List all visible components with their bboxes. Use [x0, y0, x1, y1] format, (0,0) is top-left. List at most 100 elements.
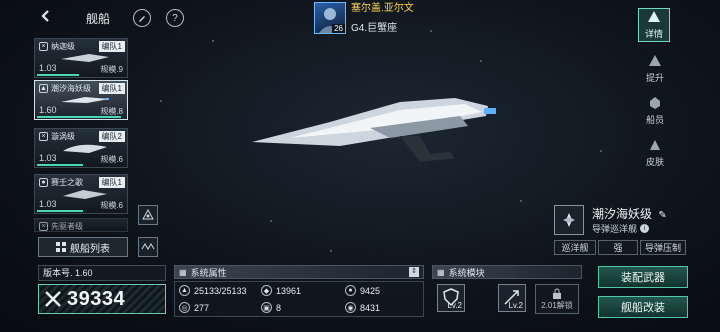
ship-type-icon: ×: [39, 222, 48, 231]
wave-icon: [141, 243, 155, 250]
upgrade-icon: [649, 55, 661, 66]
help-button[interactable]: ?: [166, 9, 184, 27]
armor-icon: ◆: [261, 285, 272, 296]
ship-thumbnail: [63, 190, 107, 199]
ship-model: [252, 98, 496, 162]
attributes-header: ▦ 系统属性 ⇕: [174, 265, 424, 279]
ship-name-text: 潮汐海妖级: [592, 207, 653, 221]
nav-label: 皮肤: [645, 157, 664, 167]
cruiser-icon: [563, 213, 575, 227]
ship-spec: 规模.9: [100, 65, 123, 74]
grid-icon: ▦: [437, 267, 445, 277]
ship-name: 先驱者级: [51, 222, 83, 231]
filter-button[interactable]: [138, 205, 158, 225]
captain-location: G4.巨蟹座: [351, 23, 398, 34]
ship-progress-bar: [37, 116, 121, 118]
back-button[interactable]: [34, 8, 58, 28]
equip-weapons-button[interactable]: 装配武器: [598, 266, 688, 288]
ship-class-text: 导弹巡洋舰: [592, 224, 638, 234]
ship-version: 1.03: [39, 63, 57, 73]
lock-icon: [553, 288, 561, 299]
ship-list-item[interactable]: × 漩涡级 编队2 1.03 规模.6: [34, 128, 128, 168]
detail-icon: [648, 11, 660, 22]
attributes-title: 系统属性: [190, 267, 227, 278]
tag-strength: 强: [598, 240, 638, 255]
nav-detail[interactable]: 详情: [638, 8, 670, 42]
nav-upgrade[interactable]: 提升: [640, 54, 670, 84]
shield-icon: ●: [345, 285, 356, 296]
attr-grid: 8: [276, 302, 282, 313]
attr-speed: 277: [194, 302, 210, 313]
ship-thumbnail: [61, 97, 109, 103]
nav-label: 船员: [645, 115, 664, 125]
page-title: 舰船: [86, 12, 111, 26]
ship-type-icon: ×: [39, 42, 48, 51]
modules-title: 系统模块: [448, 267, 485, 278]
ship-type-icon: ×: [39, 132, 48, 141]
fleet-filter-icon: [142, 208, 154, 220]
attr-hull: 25133/25133: [194, 285, 247, 296]
ship-list-item-selected[interactable]: ▲ 潮汐海妖级 编队1 1.60 规模.8: [34, 80, 128, 120]
ship-list-label: 舰船列表: [70, 243, 110, 255]
ship-list-item[interactable]: × 纳迦级 编队1 1.03 规模.9: [34, 38, 128, 78]
ship-version: 1.03: [39, 153, 57, 163]
sort-button[interactable]: [138, 237, 158, 257]
ship-version: 1.60: [39, 105, 57, 115]
ship-type-icon: ●: [39, 178, 48, 187]
tag-type: 巡洋舰: [554, 240, 596, 255]
ship-progress-bar: [37, 74, 79, 76]
locked-module-slot[interactable]: 2.01解锁: [535, 284, 579, 314]
question-icon: ?: [172, 12, 178, 24]
ship-type-badge: [554, 205, 584, 235]
edit-icon-button[interactable]: [133, 9, 151, 27]
nav-label: 提升: [645, 73, 664, 83]
ship-spec: 规模.6: [100, 155, 123, 164]
tag-role: 导弹压制: [640, 240, 686, 255]
grid-icon: ▦: [179, 267, 187, 277]
attributes-grid: ▲ 25133/25133 ◆ 13961 ● 9425 ◎ 277 ▣ 8 ◉ 8431: [174, 281, 424, 317]
ship-thumbnail: [63, 144, 107, 153]
grid-icon: [56, 242, 66, 252]
ship-class: 导弹巡洋舰 i: [592, 222, 650, 235]
hull-icon: ▲: [179, 285, 190, 296]
ship-progress-bar: [37, 210, 83, 212]
module-level: Lv.2: [447, 301, 462, 310]
attr-shield: 9425: [360, 285, 381, 296]
nav-skin[interactable]: 皮肤: [640, 138, 670, 168]
version-label: 版本号. 1.60: [38, 265, 166, 281]
ship-list-item[interactable]: ● 赛壬之歌 编队1 1.03 规模.6: [34, 174, 128, 214]
crew-icon: [650, 97, 660, 109]
combat-power: 39334: [38, 284, 166, 314]
ship-thumbnail: [61, 54, 109, 62]
captain-name: 塞尔盖.亚尔文: [351, 3, 414, 14]
ship-list-item[interactable]: × 先驱者级: [34, 218, 128, 232]
unlock-label: 2.01解锁: [541, 300, 573, 310]
info-icon[interactable]: i: [640, 224, 650, 233]
module-slot[interactable]: Lv.2: [437, 284, 465, 312]
ship-name-title: 潮汐海妖级 ✎: [592, 205, 667, 222]
ship-modify-button[interactable]: 舰船改装: [598, 296, 688, 318]
skin-icon: [650, 140, 660, 150]
speed-icon: ◎: [179, 302, 190, 313]
crossed-swords-icon: [45, 291, 61, 307]
sort-toggle-icon[interactable]: ⇕: [409, 267, 419, 277]
captain-avatar[interactable]: 26: [314, 2, 346, 34]
energy-icon: ◉: [345, 302, 356, 313]
ship-progress-bar: [37, 164, 83, 166]
ship-list-button[interactable]: 舰船列表: [38, 237, 128, 257]
module-slot[interactable]: Lv.2: [498, 284, 526, 312]
chevron-left-icon: [39, 9, 53, 28]
nav-crew[interactable]: 船员: [640, 96, 670, 126]
ship-spec: 规模.6: [100, 201, 123, 210]
grid-icon: ▣: [261, 302, 272, 313]
pencil-icon: [139, 16, 145, 22]
captain-panel[interactable]: 26 塞尔盖.亚尔文 G4.巨蟹座: [314, 2, 414, 34]
modules-header: ▦ 系统模块: [432, 265, 582, 279]
nav-label: 详情: [644, 29, 663, 39]
captain-level: 26: [332, 24, 345, 33]
attr-energy: 8431: [360, 302, 381, 313]
ship-type-icon: ▲: [39, 84, 48, 93]
ship-version: 1.03: [39, 199, 57, 209]
rename-icon[interactable]: ✎: [658, 210, 666, 221]
combat-power-value: 39334: [67, 287, 126, 310]
